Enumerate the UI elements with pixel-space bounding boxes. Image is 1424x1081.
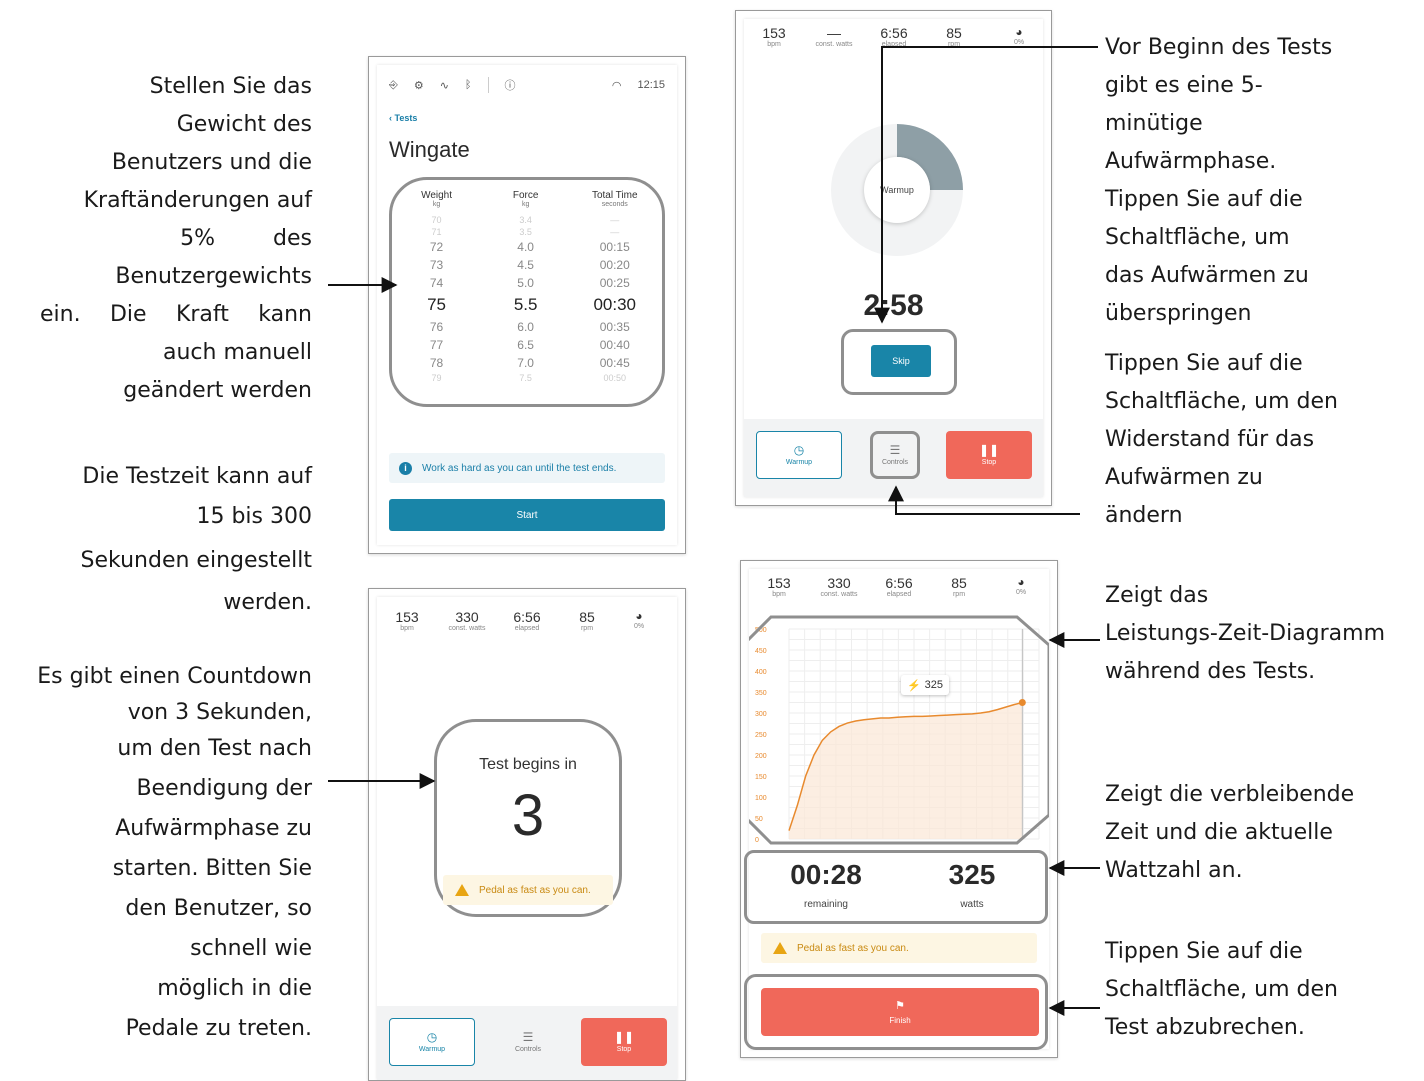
info-banner: i Work as hard as you can until the test… (389, 453, 665, 483)
exit-icon[interactable]: ⎆ (389, 79, 398, 92)
y-tick-label: 100 (755, 795, 767, 802)
note-weight: Stellen Sie das Gewicht des Benutzers un… (40, 74, 312, 403)
warmup-timer: 2:58 (863, 289, 924, 322)
selected-force: 5.5 (513, 295, 538, 314)
screen-frame: 153 bpm — const. watts 6:56 elapsed 85 rpm ◕… (744, 19, 1043, 497)
controls-button[interactable]: ☰ Controls (485, 1018, 571, 1066)
bolt-icon: ⚡ (906, 679, 921, 692)
countdown-number: 3 (511, 783, 545, 848)
bluetooth-icon[interactable]: ᛒ (465, 79, 472, 91)
screen-warmup: 153 bpm — const. watts 6:56 elapsed 85 rpm ◕… (735, 10, 1052, 506)
current-point (1018, 699, 1026, 706)
heartbeat-icon[interactable]: ∿ (440, 79, 449, 92)
y-tick-label: 400 (755, 669, 767, 676)
selected-total-time: 00:30 (593, 295, 636, 314)
screen-wingate-setup: ⎆ ⚙ ∿ ᛒ ⓘ ◠ 12:15 ‹ Tests Wingate Weight… (368, 56, 686, 554)
picker-weight[interactable]: Weight kg 70 71 72 73 74 75 76 77 78 79 (392, 190, 481, 384)
stats-row: 153 bpm — const. watts 6:56 elapsed 85 rpm ◕… (744, 25, 1043, 59)
y-tick-label: 50 (755, 816, 763, 823)
progress-pie-icon: ◕ (1015, 25, 1023, 39)
screen-test-running: 153 bpm 330 const. watts 6:56 elapsed 85 rpm… (740, 560, 1058, 1058)
note-test-time: Die Testzeit kann auf 15 bis 300 Sekunde… (80, 464, 312, 615)
warning-banner: Pedal as fast as you can. (761, 933, 1037, 963)
warning-icon (773, 942, 787, 954)
sliders-icon: ☰ (889, 443, 901, 457)
clock-time: 12:15 (637, 79, 665, 91)
skip-button[interactable]: Skip (871, 345, 931, 377)
watts-value: 325 (948, 859, 996, 890)
wifi-icon: ◠ (611, 79, 622, 92)
divider (487, 77, 489, 93)
screen-countdown: 153 bpm 330 const. watts 6:56 elapsed 85 rpm… (368, 588, 686, 1081)
picker-total-time[interactable]: Total Time seconds — — 00:15 00:20 00:25… (570, 190, 659, 384)
page-title: Wingate (389, 137, 470, 162)
remaining-card: 00:28 remaining 325 watts (744, 850, 1048, 924)
pause-icon: ❚❚ (613, 1030, 635, 1044)
sliders-icon: ☰ (522, 1030, 534, 1044)
warning-banner: Pedal as fast as you can. (443, 875, 613, 905)
progress-pie-icon: ◕ (635, 609, 643, 623)
stat-progress: ◕ 0% (986, 575, 1056, 596)
y-tick-label: 450 (755, 648, 767, 655)
y-tick-label: 150 (755, 774, 767, 781)
y-tick-label: 200 (755, 753, 767, 760)
note-countdown: Es gibt einen Countdown von 3 Sekunden, … (37, 664, 312, 1041)
remaining-value: 00:28 (790, 859, 862, 890)
tooltip-box: ⚡ 325 (901, 675, 949, 695)
stat-rpm: 85 rpm (946, 25, 962, 48)
power-area (789, 702, 1023, 839)
donut-label: Warmup (880, 185, 914, 195)
pause-icon: ❚❚ (978, 443, 1000, 457)
info-icon[interactable]: ⓘ (505, 77, 516, 93)
y-tick-label: 0 (755, 837, 759, 844)
back-link[interactable]: ‹ Tests (389, 113, 417, 123)
selected-weight: 75 (427, 295, 446, 314)
note-finish: Tippen Sie auf die Schaltfläche, um den … (1105, 939, 1338, 1040)
note-chart: Zeigt das Leistungs-Zeit-Diagramm währen… (1105, 583, 1386, 684)
countdown-heading: Test begins in (479, 756, 577, 773)
picker-force[interactable]: Force kg 3.4 3.5 4.0 4.5 5.0 5.5 6.0 6.5… (481, 190, 570, 384)
screen-frame: 153 bpm 330 const. watts 6:56 elapsed 85 rpm… (744, 569, 1049, 1050)
stats-row: 153 bpm 330 const. watts 6:56 elapsed 85 rpm… (749, 575, 1049, 609)
finish-flag-icon: ⚑ (895, 1000, 905, 1012)
clock-icon: ◷ (426, 1030, 438, 1044)
stop-button[interactable]: ❚❚ Stop (946, 431, 1032, 479)
power-time-chart: 500450400350300250200150100500 (749, 615, 1049, 845)
clock-icon: ◷ (793, 443, 805, 457)
warmup-button[interactable]: ◷ Warmup (756, 431, 842, 479)
remaining-label: remaining (804, 899, 848, 910)
start-button[interactable]: Start (389, 499, 665, 531)
stat-rpm: 85 rpm (951, 575, 967, 598)
warmup-button[interactable]: ◷ Warmup (389, 1018, 475, 1066)
screen-frame: ⎆ ⚙ ∿ ᛒ ⓘ ◠ 12:15 ‹ Tests Wingate Weight… (377, 65, 677, 545)
y-tick-label: 300 (755, 711, 767, 718)
finish-button[interactable]: ⚑ Finish (761, 988, 1039, 1036)
value-picker[interactable]: Weight kg 70 71 72 73 74 75 76 77 78 79 … (389, 177, 665, 407)
gear-icon[interactable]: ⚙ (414, 79, 424, 92)
bottom-bar: ◷ Warmup ☰ Controls ❚❚ Stop (744, 419, 1043, 497)
status-bar: ⎆ ⚙ ∿ ᛒ ⓘ ◠ 12:15 (377, 73, 677, 97)
y-tick-label: 250 (755, 732, 767, 739)
y-tick-label: 350 (755, 690, 767, 697)
warning-icon (455, 884, 469, 896)
stat-progress: ◕ 0% (604, 609, 674, 630)
stats-row: 153 bpm 330 const. watts 6:56 elapsed 85 rpm… (377, 609, 677, 643)
bottom-bar: ◷ Warmup ☰ Controls ❚❚ Stop (377, 1006, 677, 1080)
progress-pie-icon: ◕ (1017, 575, 1025, 589)
stat-progress: ◕ 0% (984, 25, 1051, 46)
stop-button[interactable]: ❚❚ Stop (581, 1018, 667, 1066)
screen-frame: 153 bpm 330 const. watts 6:56 elapsed 85 rpm… (377, 597, 677, 1080)
info-icon: i (399, 461, 412, 475)
controls-button[interactable]: ☰ Controls (870, 431, 920, 479)
note-remaining: Zeigt die verbleibende Zeit und die aktu… (1105, 782, 1355, 883)
note-warmup: Vor Beginn des Tests gibt es eine 5- min… (1105, 35, 1333, 326)
watts-label: watts (960, 899, 984, 910)
note-resistance: Tippen Sie auf die Schaltfläche, um den … (1105, 351, 1338, 528)
